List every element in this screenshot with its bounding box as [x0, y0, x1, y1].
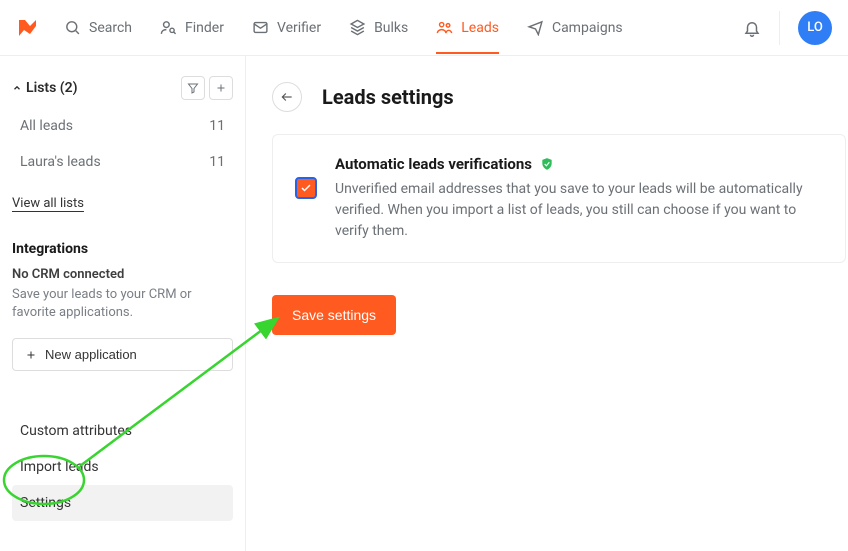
nav-finder[interactable]: Finder [160, 1, 224, 54]
finder-icon [160, 19, 177, 36]
nav-label: Leads [461, 20, 499, 36]
leads-icon [436, 19, 453, 36]
auto-verification-checkbox[interactable] [295, 177, 317, 199]
sidebar-item-import-leads[interactable]: Import leads [12, 449, 233, 485]
nav-search[interactable]: Search [64, 1, 132, 54]
main: Lists (2) All leads 11 Laura's leads 11 … [0, 56, 848, 551]
nav-items: Search Finder Verifier Bulks Leads Campa… [64, 1, 735, 54]
list-label: Laura's leads [20, 154, 101, 170]
nav-label: Verifier [277, 20, 321, 36]
add-list-button[interactable] [209, 76, 233, 100]
nav-verifier[interactable]: Verifier [252, 1, 321, 54]
no-crm-title: No CRM connected [12, 267, 233, 282]
card-title: Automatic leads verifications [335, 155, 532, 173]
arrow-left-icon [280, 90, 294, 104]
page-head: Leads settings [272, 82, 848, 112]
campaigns-icon [527, 19, 544, 36]
separator [779, 11, 780, 45]
list-label: All leads [20, 118, 73, 134]
card-desc: Unverified email addresses that you save… [335, 179, 823, 242]
list-item[interactable]: Laura's leads 11 [12, 146, 233, 178]
nav-right: LO [743, 11, 832, 45]
nav-label: Bulks [374, 20, 408, 36]
nav-bulks[interactable]: Bulks [349, 1, 408, 54]
lists-actions [181, 76, 233, 100]
verifier-icon [252, 19, 269, 36]
filter-icon [187, 82, 199, 94]
app-logo [16, 16, 40, 40]
filter-button[interactable] [181, 76, 205, 100]
new-application-button[interactable]: New application [12, 338, 233, 371]
list-count: 11 [209, 118, 225, 134]
plus-icon [25, 349, 37, 361]
sidebar-item-custom-attributes[interactable]: Custom attributes [12, 413, 233, 449]
lists-label: Lists (2) [26, 80, 78, 96]
plus-icon [215, 82, 227, 94]
chevron-up-icon [12, 83, 22, 93]
lists-toggle[interactable]: Lists (2) [12, 80, 78, 96]
sidebar-bottom-nav: Custom attributes Import leads Settings [12, 413, 233, 521]
lists-header: Lists (2) [12, 76, 233, 106]
card-body: Automatic leads verifications Unverified… [335, 155, 823, 242]
sidebar-item-settings[interactable]: Settings [12, 485, 233, 521]
nav-label: Search [89, 20, 132, 36]
nav-label: Campaigns [552, 20, 623, 36]
shield-check-icon [540, 157, 554, 171]
nav-leads[interactable]: Leads [436, 1, 499, 54]
view-all-lists-link[interactable]: View all lists [12, 182, 233, 211]
bulks-icon [349, 19, 366, 36]
avatar[interactable]: LO [798, 11, 832, 45]
nav-label: Finder [185, 20, 224, 36]
bell-icon[interactable] [743, 19, 761, 37]
integrations-title: Integrations [12, 241, 233, 263]
list-item[interactable]: All leads 11 [12, 110, 233, 142]
list-count: 11 [209, 154, 225, 170]
sidebar: Lists (2) All leads 11 Laura's leads 11 … [0, 56, 246, 551]
search-icon [64, 19, 81, 36]
no-crm-desc: Save your leads to your CRM or favorite … [12, 286, 233, 322]
page-title: Leads settings [322, 85, 454, 109]
save-settings-button[interactable]: Save settings [272, 295, 396, 335]
back-button[interactable] [272, 82, 302, 112]
nav-campaigns[interactable]: Campaigns [527, 1, 623, 54]
check-icon [300, 182, 312, 194]
auto-verification-card: Automatic leads verifications Unverified… [272, 134, 846, 263]
new-app-label: New application [45, 347, 137, 362]
content: Leads settings Automatic leads verificat… [246, 56, 848, 551]
top-nav: Search Finder Verifier Bulks Leads Campa… [0, 0, 848, 56]
card-title-row: Automatic leads verifications [335, 155, 823, 173]
